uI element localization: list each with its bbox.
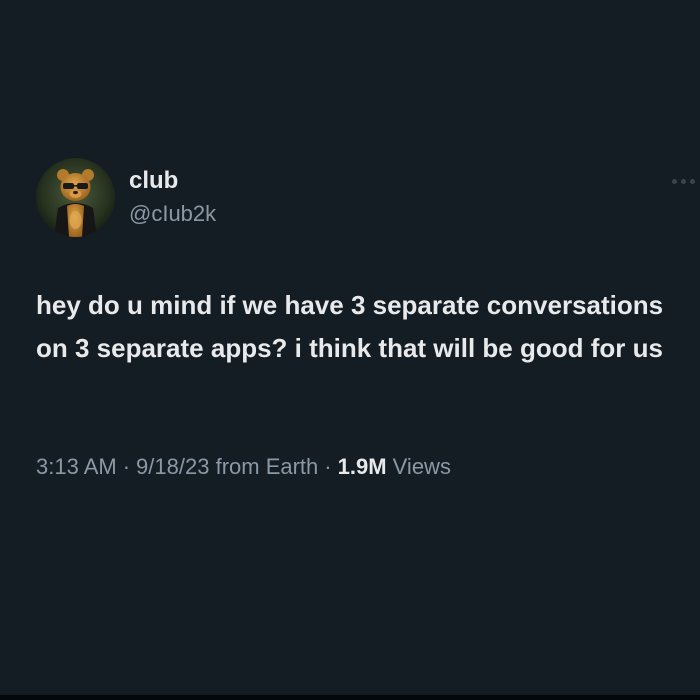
tweet-meta: 3:13 AM · 9/18/23 from Earth · 1.9M Views	[36, 452, 451, 482]
page: club @cIub2k hey do u mind if we have 3 …	[0, 0, 700, 700]
view-count[interactable]: 1.9M	[338, 454, 387, 479]
more-dot	[672, 179, 677, 184]
views-label[interactable]: Views	[393, 454, 451, 479]
author-display-name[interactable]: club	[129, 167, 178, 195]
avatar[interactable]	[36, 158, 115, 237]
tweet-text: hey do u mind if we have 3 separate conv…	[36, 290, 664, 363]
meta-separator: ·	[324, 454, 332, 479]
more-dot	[690, 179, 695, 184]
tweet-card: club @cIub2k hey do u mind if we have 3 …	[0, 0, 700, 700]
bottom-strip	[0, 695, 700, 700]
tweet-time[interactable]: 3:13 AM	[36, 454, 117, 479]
tweet-date[interactable]: 9/18/23	[136, 454, 209, 479]
more-dot	[681, 179, 686, 184]
author-handle[interactable]: @cIub2k	[129, 200, 216, 228]
tweet-source: from Earth	[215, 454, 319, 479]
more-dots-icon[interactable]	[670, 174, 700, 190]
meta-separator: ·	[122, 454, 131, 479]
bear-avatar-icon	[36, 158, 115, 237]
